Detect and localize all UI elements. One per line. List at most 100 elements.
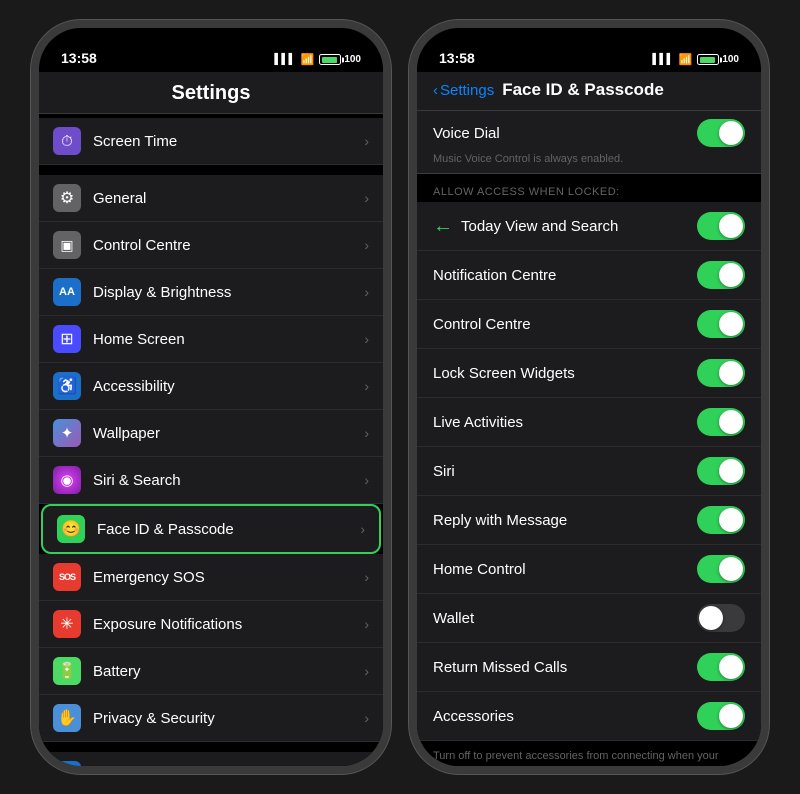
accessibility-label: Accessibility [93,378,360,395]
controlcentre-chevron: › [364,237,369,253]
settings-row-face-id[interactable]: 😊 Face ID & Passcode › [41,504,381,554]
siri-toggle-label: Siri [433,463,697,480]
back-chevron-icon: ‹ [433,82,438,99]
settings-row-control-centre[interactable]: ▣ Control Centre › [39,222,383,269]
toggle-row-control-centre[interactable]: Control Centre [417,300,761,349]
today-view-arrow: ← [433,215,453,238]
faceid-label: Face ID & Passcode [97,521,356,538]
settings-row-privacy[interactable]: ✋ Privacy & Security › [39,695,383,742]
siri-toggle[interactable] [697,457,745,485]
wifi-icon-right: 📶 [679,53,693,66]
wallpaper-icon: ✦ [53,419,81,447]
sos-chevron: › [364,569,369,585]
notification-centre-toggle[interactable] [697,261,745,289]
faceid-content: Voice Dial Music Voice Control is always… [417,111,761,766]
status-icons-right: ▌▌▌ 📶 100 [652,53,739,66]
return-missed-toggle[interactable] [697,653,745,681]
settings-row-accessibility[interactable]: ♿ Accessibility › [39,363,383,410]
faceid-chevron: › [360,521,365,537]
screentime-label: Screen Time [93,133,360,150]
accessories-toggle[interactable] [697,702,745,730]
wallpaper-label: Wallpaper [93,425,360,442]
notch-left [151,28,271,56]
settings-list: ⏱ Screen Time › ⚙ General › ▣ Cont [39,114,383,766]
toggle-row-accessories[interactable]: Accessories [417,692,761,741]
toggle-row-reply-message[interactable]: Reply with Message [417,496,761,545]
settings-row-sos[interactable]: SOS Emergency SOS › [39,554,383,601]
settings-row-display[interactable]: AA Display & Brightness › [39,269,383,316]
accessibility-icon: ♿ [53,372,81,400]
sos-icon: SOS [53,563,81,591]
settings-row-siri[interactable]: ◉ Siri & Search › [39,457,383,504]
time-left: 13:58 [61,50,97,66]
sos-label: Emergency SOS [93,569,360,586]
accessories-note: Turn off to prevent accessories from con… [417,741,761,766]
lock-screen-label: Lock Screen Widgets [433,365,697,382]
screentime-chevron: › [364,133,369,149]
siri-label: Siri & Search [93,472,360,489]
back-button[interactable]: ‹ Settings [433,82,494,99]
today-view-label: Today View and Search [461,218,697,235]
notch-right [529,28,649,56]
homescreen-label: Home Screen [93,331,360,348]
settings-row-home-screen[interactable]: ⊞ Home Screen › [39,316,383,363]
settings-row-exposure[interactable]: ✳ Exposure Notifications › [39,601,383,648]
settings-row-appstore[interactable]: A App Store › [39,752,383,766]
toggle-row-wallet[interactable]: Wallet [417,594,761,643]
control-centre-label: Control Centre [433,316,697,333]
battery-label: Battery [93,663,360,680]
voice-dial-section: Voice Dial Music Voice Control is always… [417,111,761,174]
wallet-toggle-label: Wallet [433,610,697,627]
settings-title: Settings [39,72,383,114]
notification-centre-label: Notification Centre [433,267,697,284]
settings-group-3: A App Store › 💳 Wallet & Apple Pay › [39,752,383,766]
privacy-icon: ✋ [53,704,81,732]
wifi-icon-left: 📶 [301,53,315,66]
homescreen-icon: ⊞ [53,325,81,353]
settings-row-battery[interactable]: 🔋 Battery › [39,648,383,695]
control-centre-toggle[interactable] [697,310,745,338]
display-chevron: › [364,284,369,300]
battery-icon-left: 100 [319,54,361,65]
settings-row-screen-time[interactable]: ⏱ Screen Time › [39,118,383,165]
lock-screen-toggle[interactable] [697,359,745,387]
settings-screen: Settings ⏱ Screen Time › ⚙ General [39,72,383,766]
display-label: Display & Brightness [93,284,360,301]
faceid-page-title: Face ID & Passcode [502,80,664,100]
toggle-row-today-view[interactable]: ← Today View and Search [417,202,761,251]
toggle-row-siri[interactable]: Siri [417,447,761,496]
today-view-toggle[interactable] [697,212,745,240]
controlcentre-icon: ▣ [53,231,81,259]
privacy-label: Privacy & Security [93,710,360,727]
live-activities-toggle[interactable] [697,408,745,436]
toggle-row-lock-screen[interactable]: Lock Screen Widgets [417,349,761,398]
faceid-icon: 😊 [57,515,85,543]
accessibility-chevron: › [364,378,369,394]
reply-message-toggle[interactable] [697,506,745,534]
general-label: General [93,190,360,207]
exposure-icon: ✳ [53,610,81,638]
settings-row-wallpaper[interactable]: ✦ Wallpaper › [39,410,383,457]
toggle-row-return-missed[interactable]: Return Missed Calls [417,643,761,692]
home-control-toggle[interactable] [697,555,745,583]
faceid-header: ‹ Settings Face ID & Passcode [417,72,761,111]
toggle-row-notification-centre[interactable]: Notification Centre [417,251,761,300]
left-phone: 13:58 ▌▌▌ 📶 100 Settings ⏱ Screen Time [31,20,391,774]
music-note: Music Voice Control is always enabled. [433,153,745,165]
settings-row-general[interactable]: ⚙ General › [39,175,383,222]
right-phone: 13:58 ▌▌▌ 📶 100 ‹ Settings Face ID & Pas… [409,20,769,774]
toggle-row-home-control[interactable]: Home Control [417,545,761,594]
controlcentre-label: Control Centre [93,237,360,254]
back-label: Settings [440,82,494,99]
wallet-toggle[interactable] [697,604,745,632]
voice-dial-toggle[interactable] [697,119,745,147]
reply-message-label: Reply with Message [433,512,697,529]
siri-icon: ◉ [53,466,81,494]
status-icons-left: ▌▌▌ 📶 100 [274,53,361,66]
settings-group-2: ⚙ General › ▣ Control Centre › AA Displa… [39,175,383,742]
wallpaper-chevron: › [364,425,369,441]
live-activities-label: Live Activities [433,414,697,431]
toggle-row-live-activities[interactable]: Live Activities [417,398,761,447]
time-right: 13:58 [439,50,475,66]
screentime-icon: ⏱ [53,127,81,155]
